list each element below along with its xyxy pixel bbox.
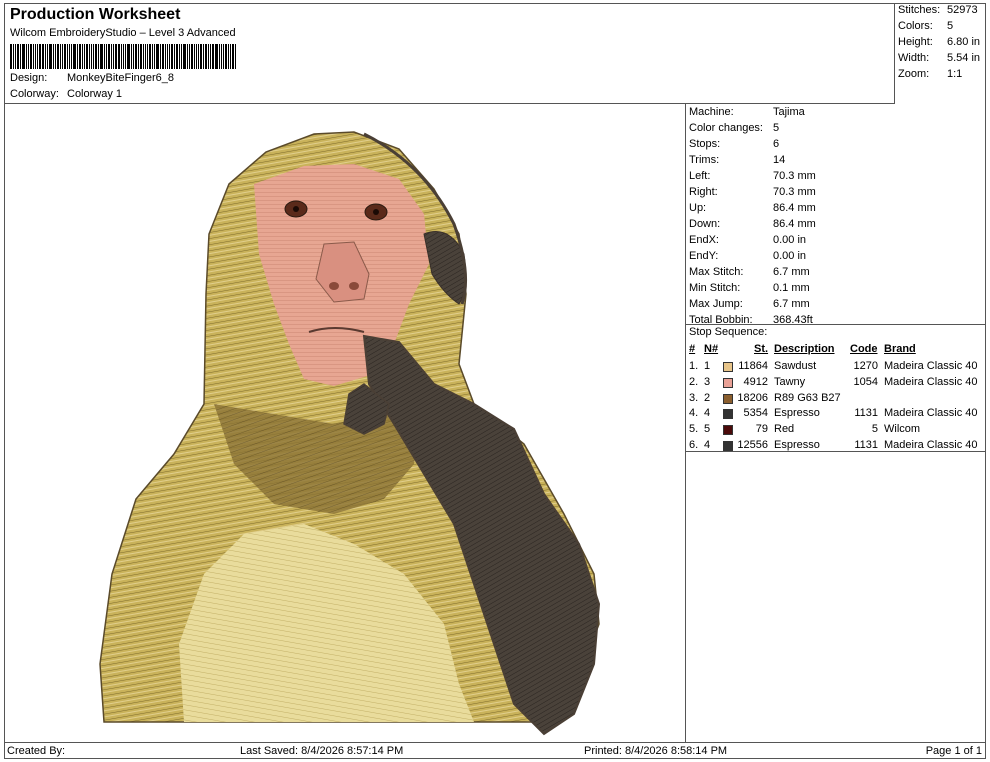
col-header-st: St.	[754, 343, 769, 355]
needle-number: 4	[704, 407, 711, 420]
needle-number: 2	[704, 391, 711, 404]
col-header-description: Description	[774, 343, 835, 355]
stat-width: Width: 5.54 in	[898, 52, 981, 64]
row-index: 4.	[689, 407, 699, 420]
info-max-jump: Max Jump: 6.7 mm	[689, 298, 810, 310]
info-right: Right: 70.3 mm	[689, 186, 816, 198]
colorway-label: Colorway:	[10, 88, 59, 100]
stitch-count: 4912	[743, 375, 768, 388]
info-min-stitch: Min Stitch: 0.1 mm	[689, 282, 810, 294]
embroidery-preview-image	[99, 131, 601, 736]
stat-colors: Colors: 5	[898, 20, 954, 32]
info-left: Left: 70.3 mm	[689, 170, 816, 182]
info-up: Up: 86.4 mm	[689, 202, 816, 214]
thread-brand: Madeira Classic 40	[884, 439, 978, 451]
row-index: 2.	[689, 375, 699, 388]
stitch-count: 11864	[738, 360, 768, 372]
thread-brand: Madeira Classic 40	[884, 360, 978, 372]
table-row: 1. 1 11864 Sawdust 1270 Madeira Classic 40	[686, 360, 986, 376]
thread-description: Espresso	[774, 407, 820, 420]
info-endx: EndX: 0.00 in	[689, 234, 807, 246]
printed-date: Printed: 8/4/2026 8:58:14 PM	[584, 745, 728, 757]
thread-code: 1270	[853, 360, 878, 372]
design-label: Design:	[10, 72, 48, 84]
stitch-count: 18206	[737, 391, 768, 404]
thread-brand: Madeira Classic 40	[884, 375, 978, 388]
needle-number: 1	[704, 360, 711, 372]
thread-description: Red	[774, 423, 795, 436]
design-stats: Stitches: 52973 Colors: 5 Height: 6.80 in W…	[895, 3, 986, 104]
row-index: 5.	[689, 423, 699, 436]
row-index: 3.	[689, 391, 699, 404]
barcode-image	[10, 44, 272, 69]
col-header-code: Code	[850, 343, 878, 355]
stitch-count: 5354	[743, 407, 768, 420]
col-header-brand: Brand	[884, 343, 916, 355]
worksheet-footer: Created By: Last Saved: 8/4/2026 8:57:14…	[4, 742, 986, 759]
thread-code: 5	[871, 423, 878, 436]
created-by: Created By:	[7, 745, 66, 757]
info-down: Down: 86.4 mm	[689, 218, 816, 230]
table-row: 3. 2 18206 R89 G63 B27	[686, 392, 986, 408]
col-header-n: N#	[704, 343, 719, 355]
row-index: 1.	[689, 360, 699, 372]
info-trims: Trims: 14	[689, 154, 786, 166]
thread-code: 1131	[854, 439, 878, 451]
stitch-count: 12556	[737, 439, 768, 451]
table-row: 2. 3 4912 Tawny 1054 Madeira Classic 40	[686, 376, 986, 392]
last-saved: Last Saved: 8/4/2026 8:57:14 PM	[240, 745, 404, 757]
stop-sequence-table: Stop Sequence: # N# St. Description Code…	[686, 324, 986, 452]
design-value: MonkeyBiteFinger6_8	[67, 72, 175, 84]
color-swatch	[723, 409, 733, 420]
thread-description: Tawny	[774, 375, 806, 388]
design-preview	[4, 104, 686, 742]
app-subtitle: Wilcom EmbroideryStudio – Level 3 Advanc…	[10, 27, 236, 39]
stat-height: Height: 6.80 in	[898, 36, 981, 48]
table-row: 6. 4 12556 Espresso 1131 Madeira Classic 40	[686, 439, 986, 455]
colorway-row: Colorway: Colorway 1	[10, 88, 122, 100]
page-title: Production Worksheet	[10, 6, 181, 23]
color-swatch	[723, 425, 733, 436]
col-header-num: #	[689, 343, 696, 355]
stat-stitches: Stitches: 52973	[898, 4, 978, 16]
info-stops: Stops: 6	[689, 138, 780, 150]
table-row: 4. 4 5354 Espresso 1131 Madeira Classic 40	[686, 407, 986, 423]
info-endy: EndY: 0.00 in	[689, 250, 807, 262]
page-number: Page 1 of 1	[925, 745, 982, 757]
color-swatch	[723, 393, 733, 404]
info-machine: Machine: Tajima	[689, 106, 805, 118]
design-row: Design: MonkeyBiteFinger6_8	[10, 72, 174, 84]
needle-number: 5	[704, 423, 711, 436]
thread-description: R89 G63 B27	[774, 391, 841, 404]
thread-description: Sawdust	[774, 360, 817, 372]
row-index: 6.	[689, 439, 699, 451]
color-swatch	[723, 377, 733, 388]
colorway-value: Colorway 1	[67, 88, 123, 100]
info-max-stitch: Max Stitch: 6.7 mm	[689, 266, 810, 278]
thread-brand: Madeira Classic 40	[884, 407, 978, 420]
needle-number: 4	[704, 439, 711, 451]
thread-code: 1131	[854, 407, 878, 420]
color-swatch	[723, 362, 733, 372]
table-row: 5. 5 79 Red 5 Wilcom	[686, 423, 986, 439]
stop-sequence-label: Stop Sequence:	[689, 326, 768, 338]
color-swatch	[723, 441, 733, 451]
stat-zoom: Zoom: 1:1	[898, 68, 963, 80]
stitch-count: 79	[755, 423, 768, 436]
info-color-changes: Color changes: 5	[689, 122, 780, 134]
thread-brand: Wilcom	[884, 423, 921, 436]
needle-number: 3	[704, 375, 711, 388]
worksheet-header: Production Worksheet Wilcom EmbroiderySt…	[4, 3, 895, 104]
thread-code: 1054	[853, 375, 878, 388]
thread-description: Espresso	[774, 439, 820, 451]
